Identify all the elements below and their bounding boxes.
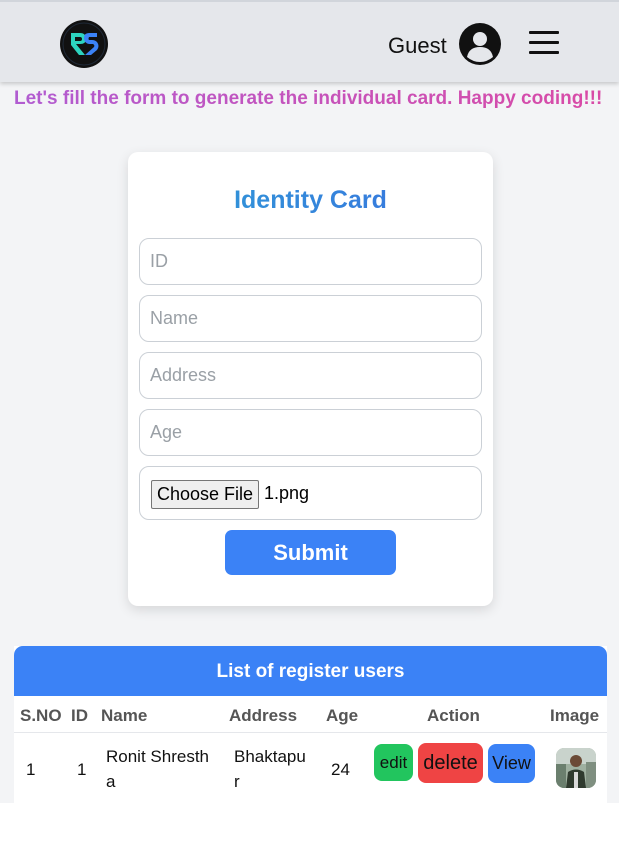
- form-title: Identity Card: [128, 186, 493, 215]
- cell-address: Bhaktapu r: [234, 747, 306, 791]
- column-header-age: Age: [326, 706, 359, 725]
- hamburger-menu-icon[interactable]: [529, 31, 559, 55]
- column-header-name: Name: [101, 706, 148, 725]
- identity-card-form: Identity Card Choose File 1.png Submit: [128, 152, 493, 606]
- id-input[interactable]: [139, 238, 482, 285]
- edit-button[interactable]: edit: [374, 744, 413, 781]
- table-title: List of register users: [14, 646, 607, 696]
- delete-button[interactable]: delete: [418, 743, 483, 783]
- age-input[interactable]: [139, 409, 482, 456]
- cell-sno: 1: [26, 760, 36, 779]
- address-input[interactable]: [139, 352, 482, 399]
- column-header-image: Image: [550, 706, 600, 725]
- form-tagline: Let's fill the form to generate the indi…: [14, 88, 603, 109]
- view-button[interactable]: View: [488, 744, 535, 783]
- row-divider: [14, 732, 607, 733]
- column-header-sno: S.NO: [20, 706, 62, 725]
- cell-id: 1: [77, 760, 87, 779]
- user-avatar-icon[interactable]: [459, 23, 501, 65]
- name-input[interactable]: [139, 295, 482, 342]
- column-header-id: ID: [71, 706, 88, 725]
- logo-icon[interactable]: [59, 19, 109, 69]
- column-header-address: Address: [229, 706, 298, 725]
- selected-file-name: 1.png: [264, 483, 310, 503]
- column-header-action: Action: [427, 706, 480, 725]
- submit-button[interactable]: Submit: [225, 530, 396, 575]
- top-navbar: Guest: [0, 0, 619, 82]
- file-input: Choose File 1.png: [139, 466, 482, 520]
- choose-file-button[interactable]: Choose File: [151, 480, 259, 509]
- cell-age: 24: [331, 760, 350, 779]
- user-photo-thumbnail[interactable]: [556, 748, 596, 788]
- user-name: Guest: [388, 33, 447, 58]
- cell-name: Ronit Shresth a: [106, 747, 209, 791]
- users-table: List of register users S.NO ID Name Addr…: [14, 646, 607, 803]
